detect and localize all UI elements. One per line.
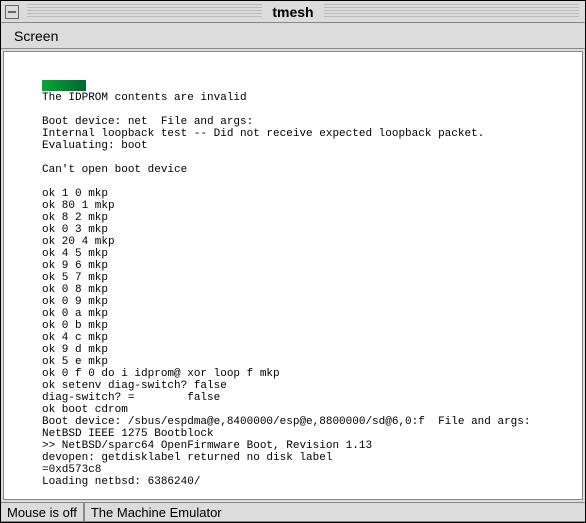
window-title: tmesh (262, 4, 323, 20)
menu-screen[interactable]: Screen (3, 25, 69, 46)
status-bar: Mouse is off The Machine Emulator (1, 502, 585, 522)
content-area: The IDPROM contents are invalid Boot dev… (3, 51, 583, 500)
menu-icon (8, 11, 16, 13)
system-menu-button[interactable] (5, 5, 19, 19)
status-mouse: Mouse is off (1, 503, 84, 522)
menu-bar: Screen (1, 23, 585, 49)
terminal-cursor (42, 80, 86, 91)
terminal-output: The IDPROM contents are invalid Boot dev… (4, 52, 582, 499)
status-app: The Machine Emulator (84, 503, 585, 522)
app-window: tmesh Screen The IDPROM contents are inv… (0, 0, 586, 523)
title-bar[interactable]: tmesh (1, 1, 585, 23)
